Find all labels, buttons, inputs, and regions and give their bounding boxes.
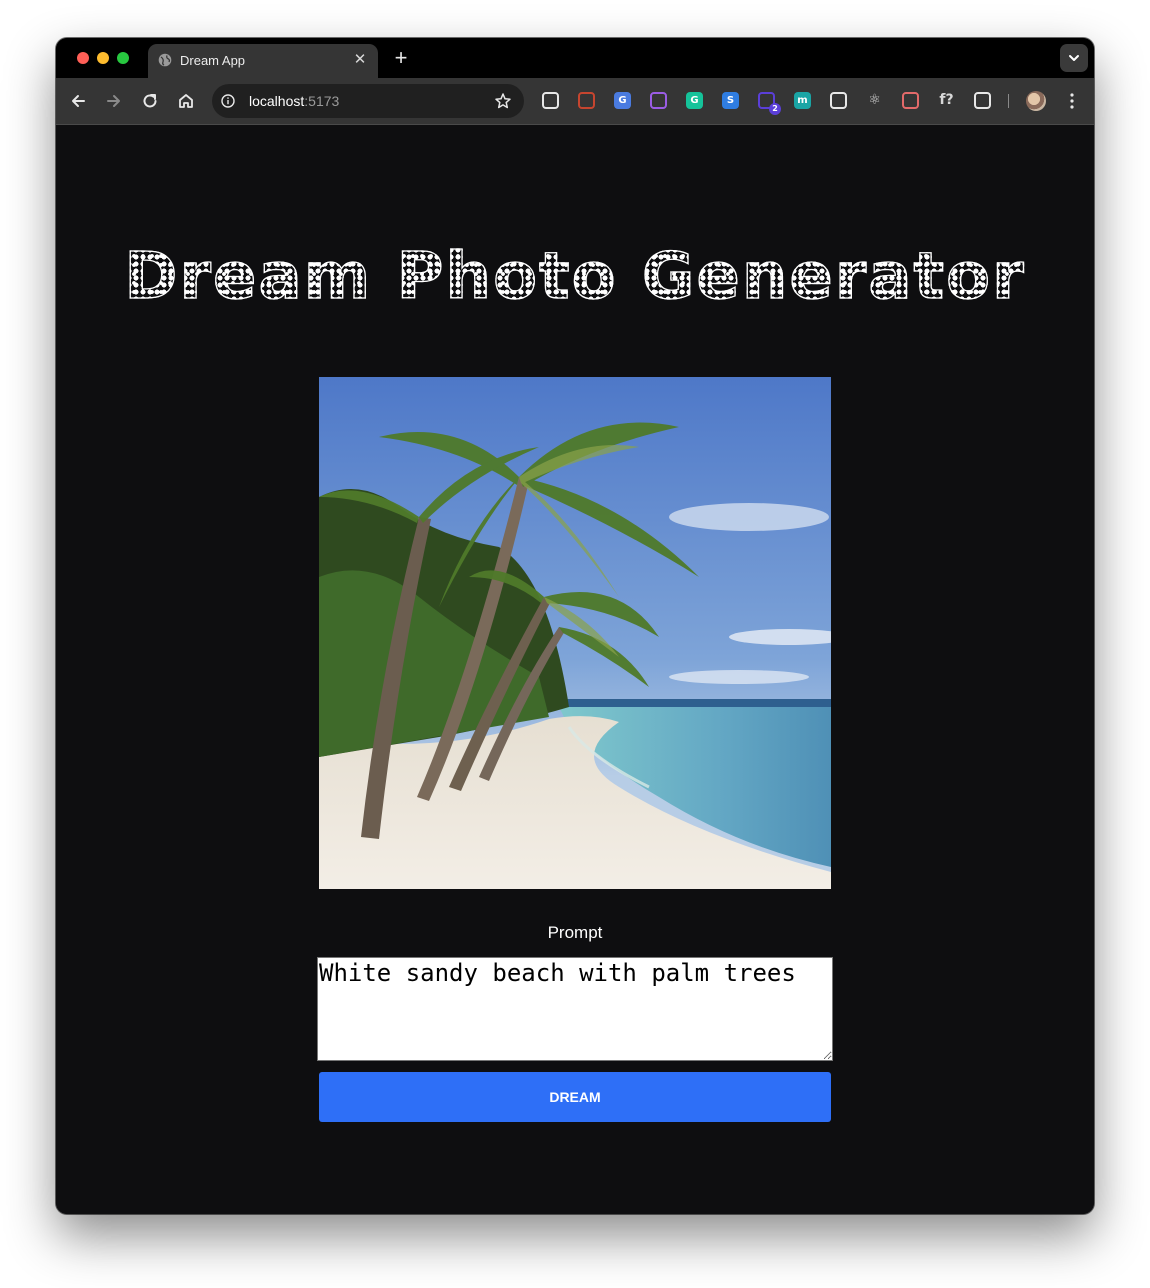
page-viewport: Dream Photo Generator Prompt White sandy… <box>56 125 1094 1214</box>
shield-extension-icon[interactable] <box>542 92 559 109</box>
m-extension-icon[interactable]: m <box>794 92 811 109</box>
kebab-menu-icon[interactable] <box>1065 91 1079 111</box>
bookmark-star-icon[interactable] <box>494 92 512 110</box>
prompt-input[interactable]: White sandy beach with palm trees <box>317 957 833 1061</box>
s-extension-icon[interactable]: S <box>722 92 739 109</box>
address-bar[interactable]: localhost:5173 <box>212 84 524 118</box>
browser-tab[interactable]: Dream App ✕ <box>148 44 378 78</box>
dream-button[interactable]: DREAM <box>319 1072 831 1122</box>
tab-close-icon[interactable]: ✕ <box>351 51 369 69</box>
translate-extension-icon[interactable]: G <box>614 92 631 109</box>
react-extension-icon[interactable]: ⚛ <box>866 92 883 109</box>
formula-extension-icon[interactable]: f? <box>938 92 955 109</box>
back-icon[interactable] <box>68 91 88 111</box>
globe-icon <box>158 53 172 67</box>
url-port: :5173 <box>304 93 340 109</box>
home-icon[interactable] <box>176 91 196 111</box>
url-text[interactable]: localhost:5173 <box>249 93 339 109</box>
purple-extension-icon[interactable] <box>650 92 667 109</box>
tab-search-button[interactable] <box>1060 44 1088 72</box>
forward-icon[interactable] <box>104 91 124 111</box>
grammarly-extension-icon[interactable]: G <box>686 92 703 109</box>
page-title: Dream Photo Generator <box>56 239 1094 315</box>
vpn-extension-icon[interactable] <box>902 92 919 109</box>
site-info-icon[interactable] <box>221 94 235 108</box>
tab-title: Dream App <box>180 53 246 68</box>
browser-window: Dream App ✕ + localhost:5173 G G S 2 m ⚛… <box>56 38 1094 1214</box>
toolbar-divider <box>1008 94 1009 108</box>
browser-toolbar: localhost:5173 G G S 2 m ⚛ f? <box>56 78 1094 125</box>
new-tab-button[interactable]: + <box>389 46 413 70</box>
url-host: localhost <box>249 93 305 109</box>
prompt-label: Prompt <box>547 923 603 942</box>
window-close-button[interactable] <box>77 52 89 64</box>
tab-strip: Dream App ✕ + <box>56 38 1094 78</box>
window-minimize-button[interactable] <box>97 52 109 64</box>
stack-extension-icon[interactable]: 2 <box>758 92 781 115</box>
window-maximize-button[interactable] <box>117 52 129 64</box>
chevron-down-icon <box>1069 55 1079 61</box>
puzzle-extension-icon[interactable] <box>974 92 991 109</box>
reload-icon[interactable] <box>140 91 160 111</box>
profile-avatar[interactable] <box>1026 91 1046 111</box>
eyedropper-extension-icon[interactable] <box>830 92 847 109</box>
extension-badge: 2 <box>769 103 781 115</box>
book-extension-icon[interactable] <box>578 92 595 109</box>
generated-beach-image <box>319 377 831 889</box>
